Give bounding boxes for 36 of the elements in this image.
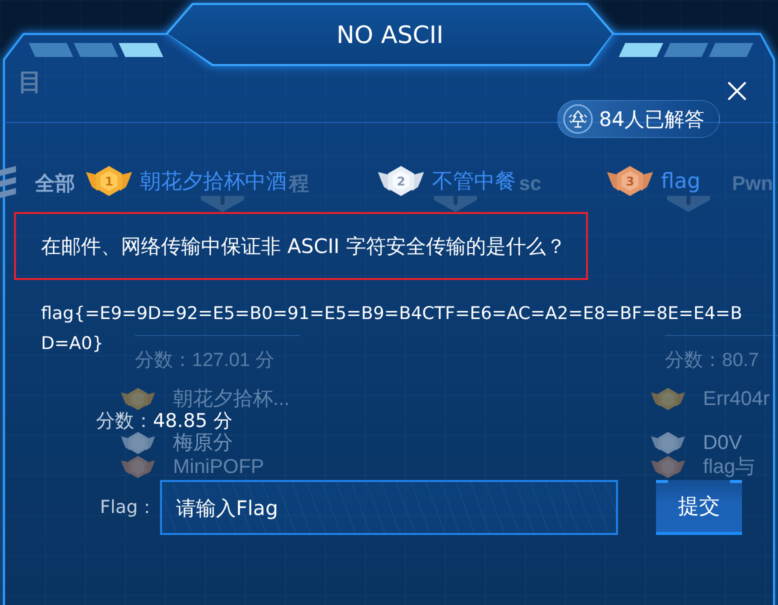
category-tab[interactable]: Pwn	[732, 172, 774, 196]
solver-name: 梅原分	[173, 433, 233, 453]
medal-icon	[121, 455, 155, 479]
score-value: 48.85 分	[153, 409, 232, 432]
score-text: 分数：80.7	[665, 349, 759, 373]
category-tab[interactable]: sc	[519, 172, 542, 196]
chevron-icon	[200, 196, 245, 213]
submit-button[interactable]: 提交	[656, 480, 742, 535]
dialog-title: NO ASCII	[166, 3, 614, 66]
medal-icon	[121, 387, 155, 411]
question-text: 在邮件、网络传输中保证非 ASCII 字符安全传输的是什么？	[41, 233, 566, 259]
medal-icon	[651, 455, 685, 479]
solver-name: D0V	[703, 433, 742, 453]
medal-icon	[121, 431, 155, 455]
flag-input[interactable]: 请输入Flag	[160, 480, 618, 535]
flag-label: Flag：	[100, 496, 157, 520]
solver-name: MiniPOFP	[173, 457, 264, 477]
solver-name: 不管中餐	[432, 168, 516, 194]
solver-name: flag	[661, 168, 700, 194]
solver-name: flag与	[703, 457, 756, 477]
solver-name: Err404r	[703, 389, 770, 409]
medal-icon	[651, 387, 685, 411]
chevron-icon	[433, 196, 478, 213]
category-tab[interactable]: 全部	[35, 172, 75, 196]
page-title: 目	[18, 68, 42, 98]
score-label: 分数：	[96, 409, 153, 433]
score-text: 分数：127.01 分	[135, 349, 274, 373]
medal-icon	[651, 431, 685, 455]
tree-icon	[563, 104, 593, 134]
close-button[interactable]	[727, 82, 747, 100]
category-tab[interactable]: 程	[289, 172, 309, 196]
solver-name: 朝花夕拾杯...	[173, 389, 290, 409]
solved-count: 84人已解答	[599, 107, 704, 131]
solver-name: 朝花夕拾杯中酒	[140, 168, 287, 194]
close-icon	[727, 82, 747, 100]
chevron-icon	[666, 196, 711, 213]
